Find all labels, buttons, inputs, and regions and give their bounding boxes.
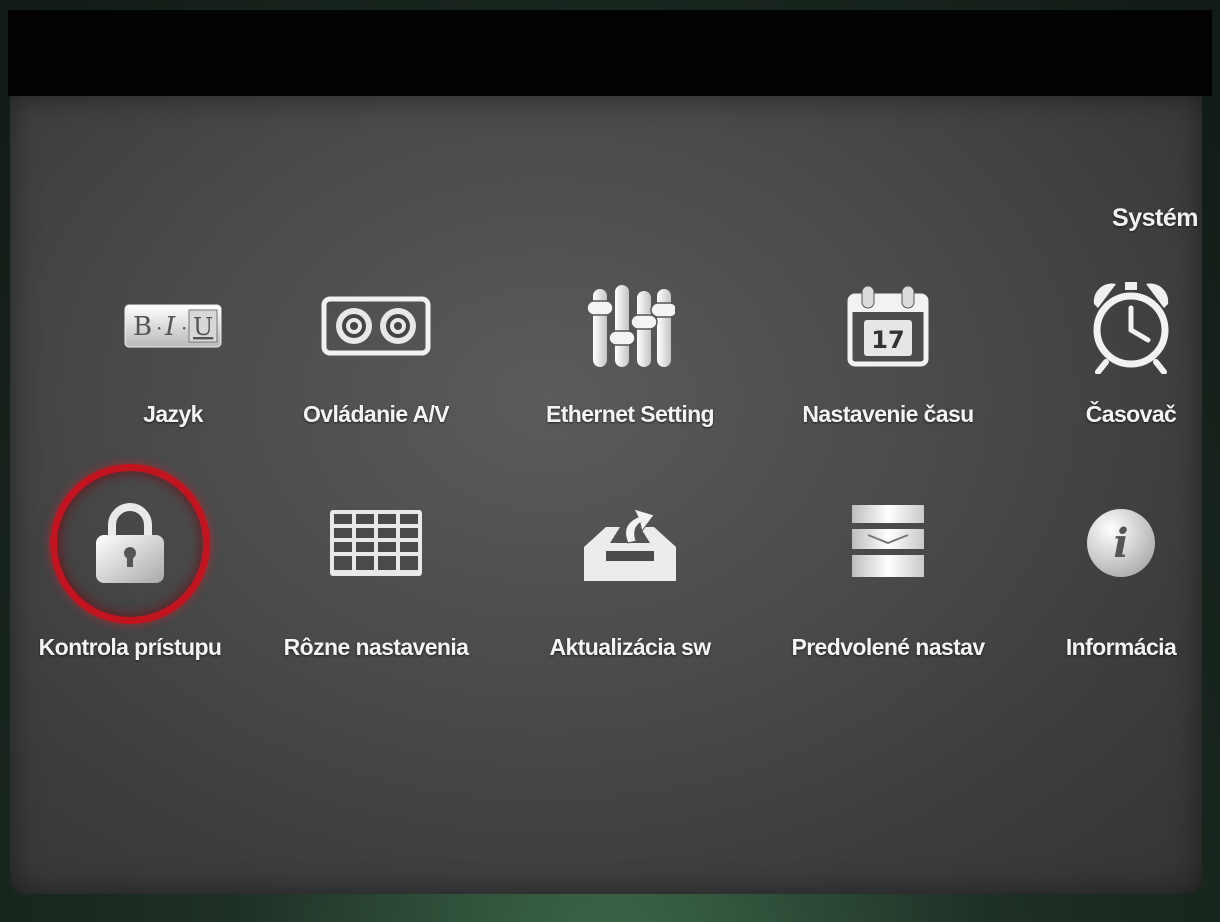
menu-item-software-update[interactable]: Aktualizácia sw: [520, 488, 740, 688]
svg-text:I: I: [164, 312, 176, 342]
menu-item-language[interactable]: B · I · U Jazyk: [63, 271, 283, 471]
menu-item-av-control[interactable]: Ovládanie A/V: [266, 271, 486, 471]
av-speakers-icon: [316, 271, 436, 381]
svg-text:·: ·: [156, 316, 162, 340]
svg-text:·: ·: [181, 316, 187, 340]
menu-item-label: Ovládanie A/V: [302, 401, 450, 427]
menu-item-access-control[interactable]: Kontrola prístupu: [20, 464, 240, 688]
calendar-day-number: 17: [871, 326, 904, 354]
menu-title: Systém: [1112, 204, 1198, 232]
menu-item-label: Informácia: [1065, 634, 1177, 660]
menu-item-ethernet-setting[interactable]: Ethernet Setting: [520, 271, 740, 471]
system-menu-screen: Systém B · I · U Jazyk Ovládanie A/V Eth…: [10, 96, 1202, 894]
black-letterbox-bar: [8, 10, 1212, 96]
menu-item-timer[interactable]: Časovač: [1021, 271, 1202, 471]
inbox-update-icon: [570, 488, 690, 598]
svg-text:B: B: [133, 312, 152, 342]
menu-item-information[interactable]: i Informácia: [1011, 488, 1202, 688]
language-biu-icon: B · I · U: [113, 271, 233, 381]
menu-item-factory-defaults[interactable]: Predvolené nastav: [778, 488, 998, 688]
info-glyph: i: [1113, 520, 1128, 567]
padlock-icon: [70, 488, 190, 598]
menu-item-label: Ethernet Setting: [545, 401, 715, 427]
grid-table-icon: [316, 488, 436, 598]
menu-item-label: Rôzne nastavenia: [283, 634, 469, 660]
menu-item-label: Nastavenie času: [802, 401, 974, 427]
equalizer-sliders-icon: [570, 271, 690, 381]
alarm-clock-icon: [1071, 271, 1191, 381]
tv-bezel: Systém B · I · U Jazyk Ovládanie A/V Eth…: [0, 0, 1220, 922]
svg-text:U: U: [193, 313, 213, 341]
menu-item-label: Časovač: [1085, 401, 1177, 427]
calendar-icon: 17: [828, 271, 948, 381]
menu-item-label: Predvolené nastav: [791, 634, 985, 660]
menu-item-label: Kontrola prístupu: [38, 634, 222, 660]
menu-item-label: Aktualizácia sw: [549, 634, 711, 660]
reset-layers-icon: [828, 488, 948, 598]
menu-item-misc-settings[interactable]: Rôzne nastavenia: [266, 488, 486, 688]
info-icon: i: [1061, 488, 1181, 598]
menu-item-time-settings[interactable]: 17 Nastavenie času: [778, 271, 998, 471]
